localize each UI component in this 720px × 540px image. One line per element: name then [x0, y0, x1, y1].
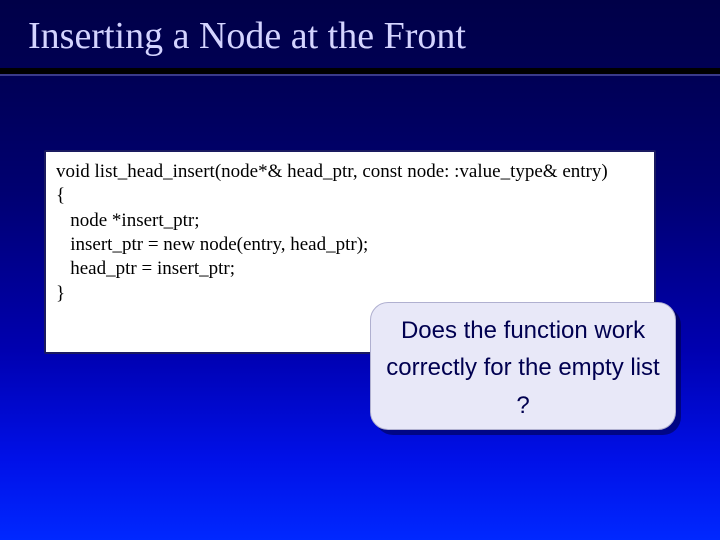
callout-text: Does the function work correctly for the…	[381, 312, 665, 424]
code-line: insert_ptr = new node(entry, head_ptr);	[56, 233, 644, 257]
code-line: node *insert_ptr;	[56, 209, 644, 233]
code-line: head_ptr = insert_ptr;	[56, 257, 644, 281]
title-underline	[0, 68, 720, 76]
code-line: void list_head_insert(node*& head_ptr, c…	[56, 160, 644, 184]
slide-title: Inserting a Node at the Front	[28, 14, 720, 58]
code-line: {	[56, 184, 644, 208]
callout-bubble: Does the function work correctly for the…	[370, 302, 676, 430]
title-area: Inserting a Node at the Front	[0, 0, 720, 58]
slide: Inserting a Node at the Front void list_…	[0, 0, 720, 540]
